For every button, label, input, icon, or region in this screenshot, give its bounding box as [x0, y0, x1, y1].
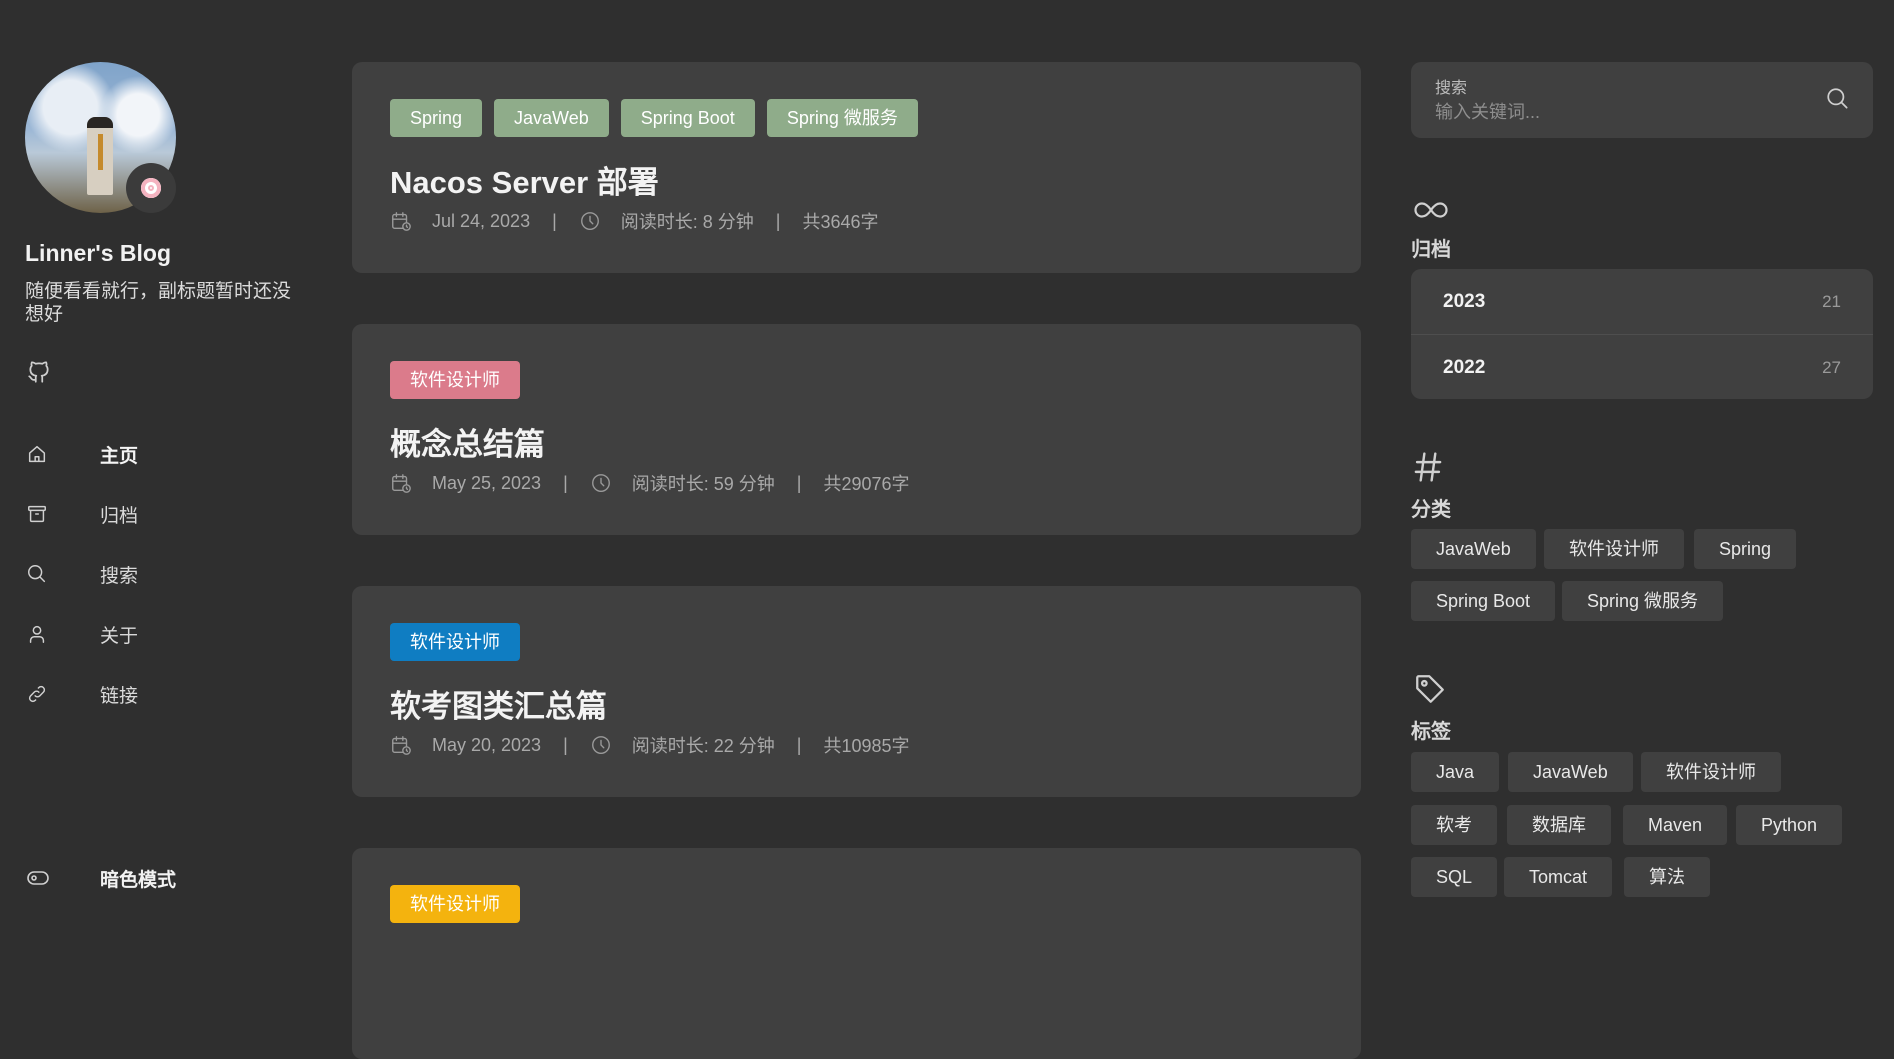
archive-year: 2023 [1443, 290, 1486, 312]
post-title[interactable]: 软考图类汇总篇 [390, 681, 607, 726]
post-tags: 软件设计师 [390, 885, 520, 923]
nav-item-about[interactable]: 关于 [26, 616, 286, 652]
post-tag[interactable]: Spring Boot [620, 99, 755, 137]
nav-item-search[interactable]: 搜索 [26, 556, 286, 592]
post-meta: May 25, 2023 | 阅读时长: 59 分钟 | 共29076字 [390, 470, 910, 496]
tag-icon [1416, 675, 1444, 703]
archive-year-row[interactable]: 2022 27 [1411, 334, 1873, 399]
post-tags: 软件设计师 [390, 361, 520, 399]
post-date: May 20, 2023 [432, 734, 542, 755]
archive-count: 21 [1822, 291, 1841, 311]
meta-separator: | [563, 734, 568, 755]
post-tag[interactable]: 软件设计师 [390, 885, 520, 923]
post-tag[interactable]: 软件设计师 [390, 623, 520, 661]
archive-year: 2022 [1443, 356, 1486, 378]
calendar-icon [392, 474, 411, 493]
home-icon [28, 445, 46, 463]
word-count: 共10985字 [823, 736, 910, 756]
clock-icon [591, 474, 610, 492]
meta-separator: | [775, 210, 781, 231]
infinity-icon [1414, 202, 1448, 218]
category-chip[interactable]: JavaWeb [1411, 529, 1536, 569]
avatar[interactable] [25, 62, 176, 213]
category-chip[interactable]: 软件设计师 [1544, 529, 1684, 569]
link-icon [28, 685, 46, 703]
toggle-icon [27, 871, 49, 885]
meta-separator: | [796, 472, 802, 493]
post-tag[interactable]: JavaWeb [494, 99, 609, 137]
read-time: 阅读时长: 8 分钟 [620, 212, 754, 232]
post-card[interactable]: 软件设计师 [352, 848, 1361, 1059]
post-card[interactable]: Spring JavaWeb Spring Boot Spring 微服务 Na… [352, 62, 1361, 273]
category-chip[interactable]: Spring Boot [1411, 581, 1556, 621]
categories-title: 分类 [1411, 499, 1451, 521]
meta-separator: | [563, 472, 568, 493]
archive-box-icon [28, 505, 46, 523]
tag-chip[interactable]: Maven [1623, 805, 1728, 845]
search-widget[interactable]: 搜索 [1411, 62, 1873, 138]
post-tags: Spring JavaWeb Spring Boot Spring 微服务 [390, 99, 918, 137]
post-tags: 软件设计师 [390, 623, 520, 661]
archive-year-row[interactable]: 2023 21 [1411, 269, 1873, 334]
archive-list: 2023 21 2022 27 [1411, 269, 1873, 399]
archives-title: 归档 [1411, 239, 1451, 261]
tag-chip[interactable]: 数据库 [1507, 805, 1611, 845]
clock-icon [591, 736, 610, 754]
nav-item-home[interactable]: 主页 [26, 436, 286, 472]
post-date: May 25, 2023 [432, 472, 542, 493]
tag-chip[interactable]: SQL [1411, 857, 1498, 897]
search-label: 搜索 [1435, 80, 1468, 97]
nav-label: 链接 [100, 685, 139, 707]
dark-mode-toggle[interactable]: 暗色模式 [26, 860, 286, 896]
tags-title: 标签 [1411, 721, 1451, 743]
word-count: 共3646字 [802, 212, 879, 232]
nav-item-archives[interactable]: 归档 [26, 496, 286, 532]
github-icon[interactable] [26, 358, 52, 386]
category-chip[interactable]: Spring 微服务 [1562, 581, 1724, 621]
clock-icon [580, 212, 599, 230]
blog-title[interactable]: Linner's Blog [25, 240, 171, 267]
meta-separator: | [552, 210, 557, 231]
read-time: 阅读时长: 59 分钟 [631, 474, 775, 494]
tag-chip[interactable]: Python [1736, 805, 1843, 845]
calendar-icon [392, 736, 411, 755]
nav-label: 主页 [100, 445, 139, 467]
post-card[interactable]: 软件设计师 软考图类汇总篇 May 20, 2023 | 阅读时长: 22 分钟… [352, 586, 1361, 797]
nav-label: 搜索 [100, 565, 139, 587]
post-meta: Jul 24, 2023 | 阅读时长: 8 分钟 | 共3646字 [390, 208, 879, 234]
read-time: 阅读时长: 22 分钟 [631, 736, 775, 756]
post-card[interactable]: 软件设计师 概念总结篇 May 25, 2023 | 阅读时长: 59 分钟 |… [352, 324, 1361, 535]
post-title[interactable]: 概念总结篇 [390, 419, 545, 464]
tag-chip[interactable]: JavaWeb [1508, 752, 1633, 792]
user-icon [29, 625, 45, 643]
emoji-badge-icon [126, 163, 176, 213]
post-tag[interactable]: 软件设计师 [390, 361, 520, 399]
category-chip[interactable]: Spring [1694, 529, 1797, 569]
archive-count: 27 [1822, 357, 1841, 377]
dark-mode-label: 暗色模式 [100, 869, 177, 891]
hash-icon [1414, 452, 1442, 482]
search-input[interactable] [1435, 98, 1815, 126]
post-title[interactable]: Nacos Server 部署 [390, 157, 659, 202]
post-date: Jul 24, 2023 [432, 210, 531, 231]
left-sidebar: Linner's Blog 随便看看就行，副标题暂时还没想好 主页 归档 搜索 … [0, 0, 330, 949]
nav-label: 关于 [100, 625, 139, 647]
tag-chip[interactable]: 算法 [1624, 857, 1710, 897]
post-tag[interactable]: Spring [390, 99, 483, 137]
nav-item-links[interactable]: 链接 [26, 676, 286, 712]
tag-chip[interactable]: 软考 [1411, 805, 1497, 845]
calendar-icon [392, 212, 411, 231]
post-tag[interactable]: Spring 微服务 [766, 99, 918, 137]
tag-chip[interactable]: Tomcat [1504, 857, 1613, 897]
nav-label: 归档 [100, 505, 139, 527]
blog-subtitle: 随便看看就行，副标题暂时还没想好 [25, 281, 292, 325]
post-meta: May 20, 2023 | 阅读时长: 22 分钟 | 共10985字 [390, 732, 910, 758]
tag-chip[interactable]: Java [1411, 752, 1500, 792]
tag-chip[interactable]: 软件设计师 [1641, 752, 1781, 792]
word-count: 共29076字 [823, 474, 910, 494]
search-icon[interactable] [1825, 86, 1851, 112]
search-icon [28, 565, 46, 583]
meta-separator: | [796, 734, 802, 755]
